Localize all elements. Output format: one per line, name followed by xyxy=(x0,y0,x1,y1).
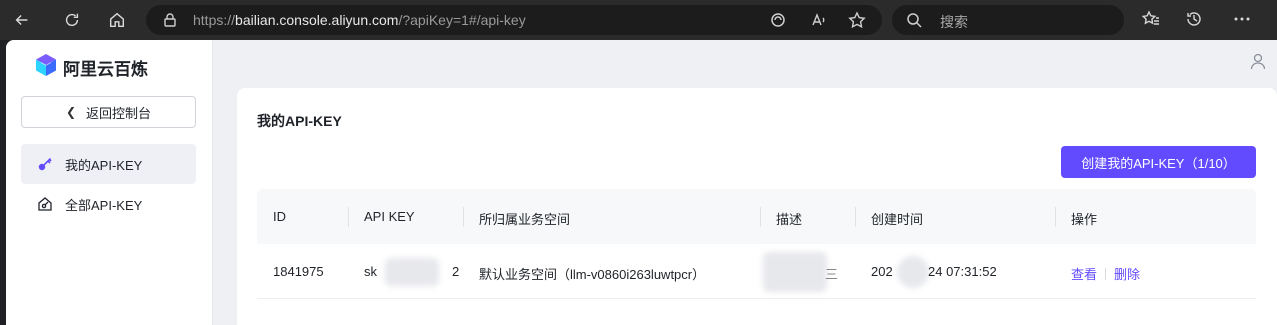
brand-name: 阿里云百炼 xyxy=(63,60,148,79)
more-icon[interactable] xyxy=(1232,9,1252,29)
column-header-created-time: 创建时间 xyxy=(871,212,924,227)
address-bar[interactable]: https://bailian.console.aliyun.com/?apiK… xyxy=(146,5,882,35)
sidebar-item-label: 我的API-KEY xyxy=(65,157,143,173)
cell-id: 1841975 xyxy=(273,264,324,279)
column-header-description: 描述 xyxy=(776,212,803,227)
description-redaction xyxy=(763,252,827,292)
page-title: 我的API-KEY xyxy=(257,113,342,129)
column-divider xyxy=(463,207,464,227)
browser-search[interactable]: 搜索 xyxy=(892,5,1124,35)
cell-api-key-start: sk xyxy=(364,264,377,279)
action-divider xyxy=(1105,268,1107,280)
api-key-card: 我的API-KEY 创建我的API-KEY（1/10） ID API KEY 所… xyxy=(237,88,1277,325)
back-to-console-button[interactable]: ❮ 返回控制台 xyxy=(21,96,196,128)
read-aloud-icon[interactable] xyxy=(810,11,828,29)
column-divider xyxy=(1055,207,1056,227)
cell-created-start: 202 xyxy=(871,264,893,279)
table-row: 1841975 sk 2 默认业务空间（llm-v0860i263luwtpcr… xyxy=(257,244,1256,299)
home-icon[interactable] xyxy=(103,6,131,34)
view-link[interactable]: 查看 xyxy=(1071,267,1097,282)
back-arrow-icon[interactable] xyxy=(8,6,36,34)
column-header-workspace: 所归属业务空间 xyxy=(479,212,571,227)
cell-actions: 查看 删除 xyxy=(1071,264,1140,283)
column-header-id: ID xyxy=(273,209,286,224)
star-icon[interactable] xyxy=(848,11,866,29)
cell-api-key-end: 2 xyxy=(452,264,460,279)
favorites-icon[interactable] xyxy=(1141,9,1161,29)
delete-link[interactable]: 删除 xyxy=(1114,267,1140,282)
api-key-table: ID API KEY 所归属业务空间 描述 创建时间 操作 1841975 sk… xyxy=(257,189,1256,299)
sidebar: 阿里云百炼 ❮ 返回控制台 我的API-KEY 全部API-KEY xyxy=(6,40,213,325)
back-to-console-label: 返回控制台 xyxy=(86,105,152,121)
browser-toolbar: https://bailian.console.aliyun.com/?apiK… xyxy=(0,0,1277,40)
cell-workspace: 默认业务空间（llm-v0860i263luwtpcr） xyxy=(479,267,706,282)
sidebar-item-label: 全部API-KEY xyxy=(65,197,143,213)
api-key-redaction xyxy=(385,258,439,286)
lock-icon xyxy=(164,13,176,27)
user-icon[interactable] xyxy=(1249,52,1267,70)
created-time-redaction xyxy=(897,256,929,288)
edge-refresh-icon[interactable] xyxy=(769,11,787,29)
column-divider xyxy=(760,207,761,227)
column-divider xyxy=(855,207,856,227)
search-icon xyxy=(907,13,922,28)
sidebar-item-all-api-key[interactable]: 全部API-KEY xyxy=(21,184,196,224)
bailian-logo-icon xyxy=(36,54,56,76)
table-header: ID API KEY 所归属业务空间 描述 创建时间 操作 xyxy=(257,189,1256,244)
cell-created-end: 24 07:31:52 xyxy=(928,264,997,279)
chevron-left-icon: ❮ xyxy=(65,105,77,119)
search-placeholder: 搜索 xyxy=(940,14,968,30)
key-icon xyxy=(38,157,52,171)
house-key-icon xyxy=(38,197,52,211)
refresh-icon[interactable] xyxy=(58,6,86,34)
app-area: 阿里云百炼 ❮ 返回控制台 我的API-KEY 全部API-KEY 我的API-… xyxy=(6,40,1277,325)
url-text: https://bailian.console.aliyun.com/?apiK… xyxy=(193,12,526,28)
history-icon[interactable] xyxy=(1184,9,1204,29)
cell-description-tail: 三 xyxy=(825,267,839,282)
column-header-api-key: API KEY xyxy=(364,209,415,224)
column-divider xyxy=(348,207,349,227)
column-header-actions: 操作 xyxy=(1071,212,1098,227)
create-api-key-button[interactable]: 创建我的API-KEY（1/10） xyxy=(1061,146,1256,178)
sidebar-item-my-api-key[interactable]: 我的API-KEY xyxy=(21,144,196,184)
